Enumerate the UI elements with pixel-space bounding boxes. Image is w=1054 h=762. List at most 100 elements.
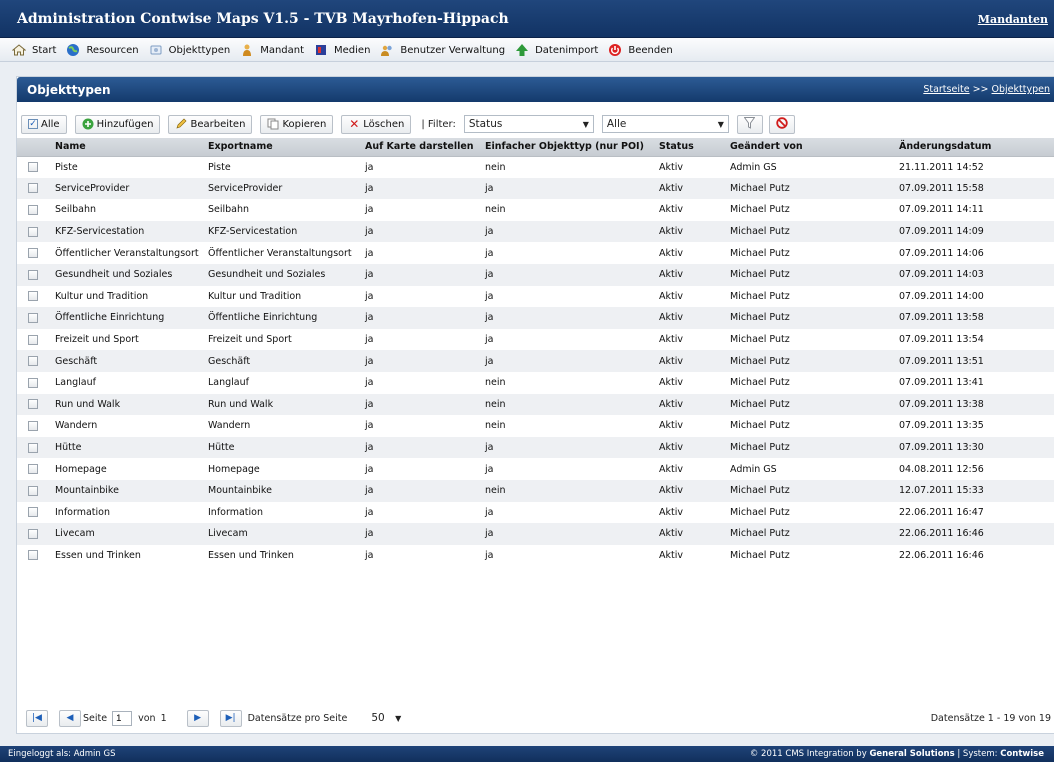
cell-geaendert-von: Michael Putz <box>728 220 897 243</box>
home-icon <box>11 43 27 57</box>
cell-geaendert-von: Michael Putz <box>728 263 897 286</box>
row-select-cell <box>17 263 53 286</box>
column-header-name[interactable]: Name <box>53 138 206 157</box>
delete-button[interactable]: ✕ Löschen <box>341 114 412 134</box>
row-checkbox[interactable] <box>28 183 38 194</box>
table-row[interactable]: Run und Walk Run und Walk ja nein Aktiv Micha… <box>17 393 1054 416</box>
menu-item-resourcen[interactable]: Resourcen <box>66 43 139 57</box>
menu-item-medien[interactable]: Medien <box>314 43 370 57</box>
row-checkbox[interactable] <box>28 507 38 518</box>
menu-item-objekttypen[interactable]: Objekttypen <box>149 43 230 57</box>
menu-item-benutzer-verwaltung[interactable]: Benutzer Verwaltung <box>380 43 505 57</box>
select-all-button[interactable]: ✓ Alle <box>21 114 67 134</box>
apply-filter-button[interactable] <box>736 114 763 134</box>
row-checkbox[interactable] <box>28 312 38 323</box>
column-header-status[interactable]: Status <box>657 138 728 157</box>
table-row[interactable]: Piste Piste ja nein Aktiv Admin GS 21.11.2011 … <box>17 156 1054 178</box>
cell-auf-karte: ja <box>365 463 374 475</box>
row-checkbox[interactable] <box>28 269 38 280</box>
row-checkbox[interactable] <box>28 528 38 539</box>
column-header-auf-karte[interactable]: Auf Karte darstellen <box>363 138 483 157</box>
table-row[interactable]: Öffentliche Einrichtung Öffentliche Einri… <box>17 307 1054 329</box>
row-select-cell <box>17 156 53 178</box>
cell-exportname: ServiceProvider <box>206 177 363 200</box>
row-checkbox[interactable] <box>28 399 38 410</box>
row-checkbox[interactable] <box>28 377 38 388</box>
table-row[interactable]: Homepage Homepage ja ja Aktiv Admin GS 04.08.2… <box>17 458 1054 480</box>
row-checkbox[interactable] <box>28 334 38 345</box>
menu-item-datenimport[interactable]: Datenimport <box>515 43 598 57</box>
cell-geaendert-von: Michael Putz <box>728 436 897 459</box>
row-checkbox[interactable] <box>28 248 38 259</box>
cell-auf-karte: ja <box>363 393 483 416</box>
column-header-exportname[interactable]: Exportname <box>206 138 363 157</box>
table-row[interactable]: ServiceProvider ServiceProvider ja ja Aktiv M… <box>17 177 1054 200</box>
cell-geaendert-von: Michael Putz <box>730 377 790 389</box>
table-row[interactable]: Livecam Livecam ja ja Aktiv Michael Putz 22.06… <box>17 523 1054 545</box>
filter-field-select[interactable]: Status ▼ <box>463 115 594 133</box>
cell-geaendert-von: Michael Putz <box>730 549 790 561</box>
row-select-cell <box>17 436 53 459</box>
row-checkbox[interactable] <box>28 226 38 237</box>
row-checkbox[interactable] <box>28 204 38 215</box>
breadcrumb-home-link[interactable]: Startseite <box>923 84 969 95</box>
filter-value-select[interactable]: Alle ▼ <box>601 115 729 133</box>
table-row[interactable]: Gesundheit und Soziales Gesundheit und So… <box>17 263 1054 286</box>
last-page-button[interactable]: ▶| <box>219 709 242 727</box>
app-title: Administration Contwise Maps V1.5 - TVB … <box>17 11 509 27</box>
cell-status: Aktiv <box>659 334 683 346</box>
column-header-aenderungsdatum[interactable]: Änderungsdatum <box>897 138 1054 157</box>
cell-name: Kultur und Tradition <box>55 290 149 302</box>
table-row[interactable]: Kultur und Tradition Kultur und Tradition… <box>17 286 1054 308</box>
per-page-select[interactable]: 50 ▼ <box>367 710 405 726</box>
edit-button[interactable]: Bearbeiten <box>168 114 253 134</box>
breadcrumb-current-link[interactable]: Objekttypen <box>992 84 1050 95</box>
no-entry-icon <box>776 116 788 132</box>
menu-item-start[interactable]: Start <box>11 43 56 57</box>
table-row[interactable]: Öffentlicher Veranstaltungsort Öffentlich… <box>17 242 1054 264</box>
table-row[interactable]: Essen und Trinken Essen und Trinken ja ja Ak… <box>17 545 1054 567</box>
copy-icon <box>267 118 279 130</box>
column-header-geaendert-von[interactable]: Geändert von <box>728 138 897 157</box>
cell-aenderungsdatum: 04.08.2011 12:56 <box>899 463 984 475</box>
table-row[interactable]: Geschäft Geschäft ja ja Aktiv Michael Putz 07.… <box>17 350 1054 372</box>
row-checkbox[interactable] <box>28 162 38 173</box>
clear-filter-button[interactable] <box>768 114 795 134</box>
row-checkbox[interactable] <box>28 291 38 302</box>
table-row[interactable]: Wandern Wandern ja nein Aktiv Michael Putz 07.… <box>17 415 1054 437</box>
cell-exportname: Livecam <box>206 523 363 545</box>
cell-exportname: Geschäft <box>206 350 363 372</box>
table-row[interactable]: Seilbahn Seilbahn ja nein Aktiv Michael Putz 0… <box>17 199 1054 221</box>
menu-item-mandant[interactable]: Mandant <box>240 43 304 57</box>
copy-button[interactable]: Kopieren <box>260 114 334 134</box>
cell-aenderungsdatum: 07.09.2011 14:06 <box>899 247 984 259</box>
row-checkbox[interactable] <box>28 356 38 367</box>
column-header-einfacher-objekttyp[interactable]: Einfacher Objekttyp (nur POI) <box>483 138 657 157</box>
page-number-input[interactable] <box>112 710 133 726</box>
row-checkbox[interactable] <box>28 550 38 561</box>
table-row[interactable]: Mountainbike Mountainbike ja nein Aktiv Micha… <box>17 479 1054 502</box>
row-checkbox[interactable] <box>28 420 38 431</box>
row-checkbox[interactable] <box>28 485 38 496</box>
globe-icon <box>66 43 80 57</box>
next-page-button[interactable]: ▶ <box>186 709 209 727</box>
add-button[interactable]: Hinzufügen <box>74 114 161 134</box>
last-page-icon: ▶| <box>225 713 236 723</box>
row-checkbox[interactable] <box>28 464 38 475</box>
cell-exportname: Hütte <box>206 436 363 459</box>
table-row[interactable]: Hütte Hütte ja ja Aktiv Michael Putz 07.09.201… <box>17 436 1054 459</box>
previous-page-button[interactable]: ◀ <box>59 709 81 727</box>
system-prefix: | System: <box>957 749 998 759</box>
table-row[interactable]: Langlauf Langlauf ja nein Aktiv Michael Putz 0… <box>17 372 1054 394</box>
cell-status: Aktiv <box>659 161 683 173</box>
first-page-button[interactable]: |◀ <box>26 709 48 727</box>
table-row[interactable]: Freizeit und Sport Freizeit und Sport ja ja… <box>17 329 1054 351</box>
table-row[interactable]: KFZ-Servicestation KFZ-Servicestation ja ja… <box>17 220 1054 243</box>
table-row[interactable]: Information Information ja ja Aktiv Michael P… <box>17 502 1054 524</box>
cell-auf-karte: ja <box>365 334 374 346</box>
mandanten-link[interactable]: Mandanten <box>978 13 1048 26</box>
cell-einfacher-objekttyp: ja <box>485 247 494 259</box>
row-checkbox[interactable] <box>28 442 38 453</box>
menu-item-beenden[interactable]: Beenden <box>608 43 673 57</box>
cell-status: Aktiv <box>659 463 683 475</box>
